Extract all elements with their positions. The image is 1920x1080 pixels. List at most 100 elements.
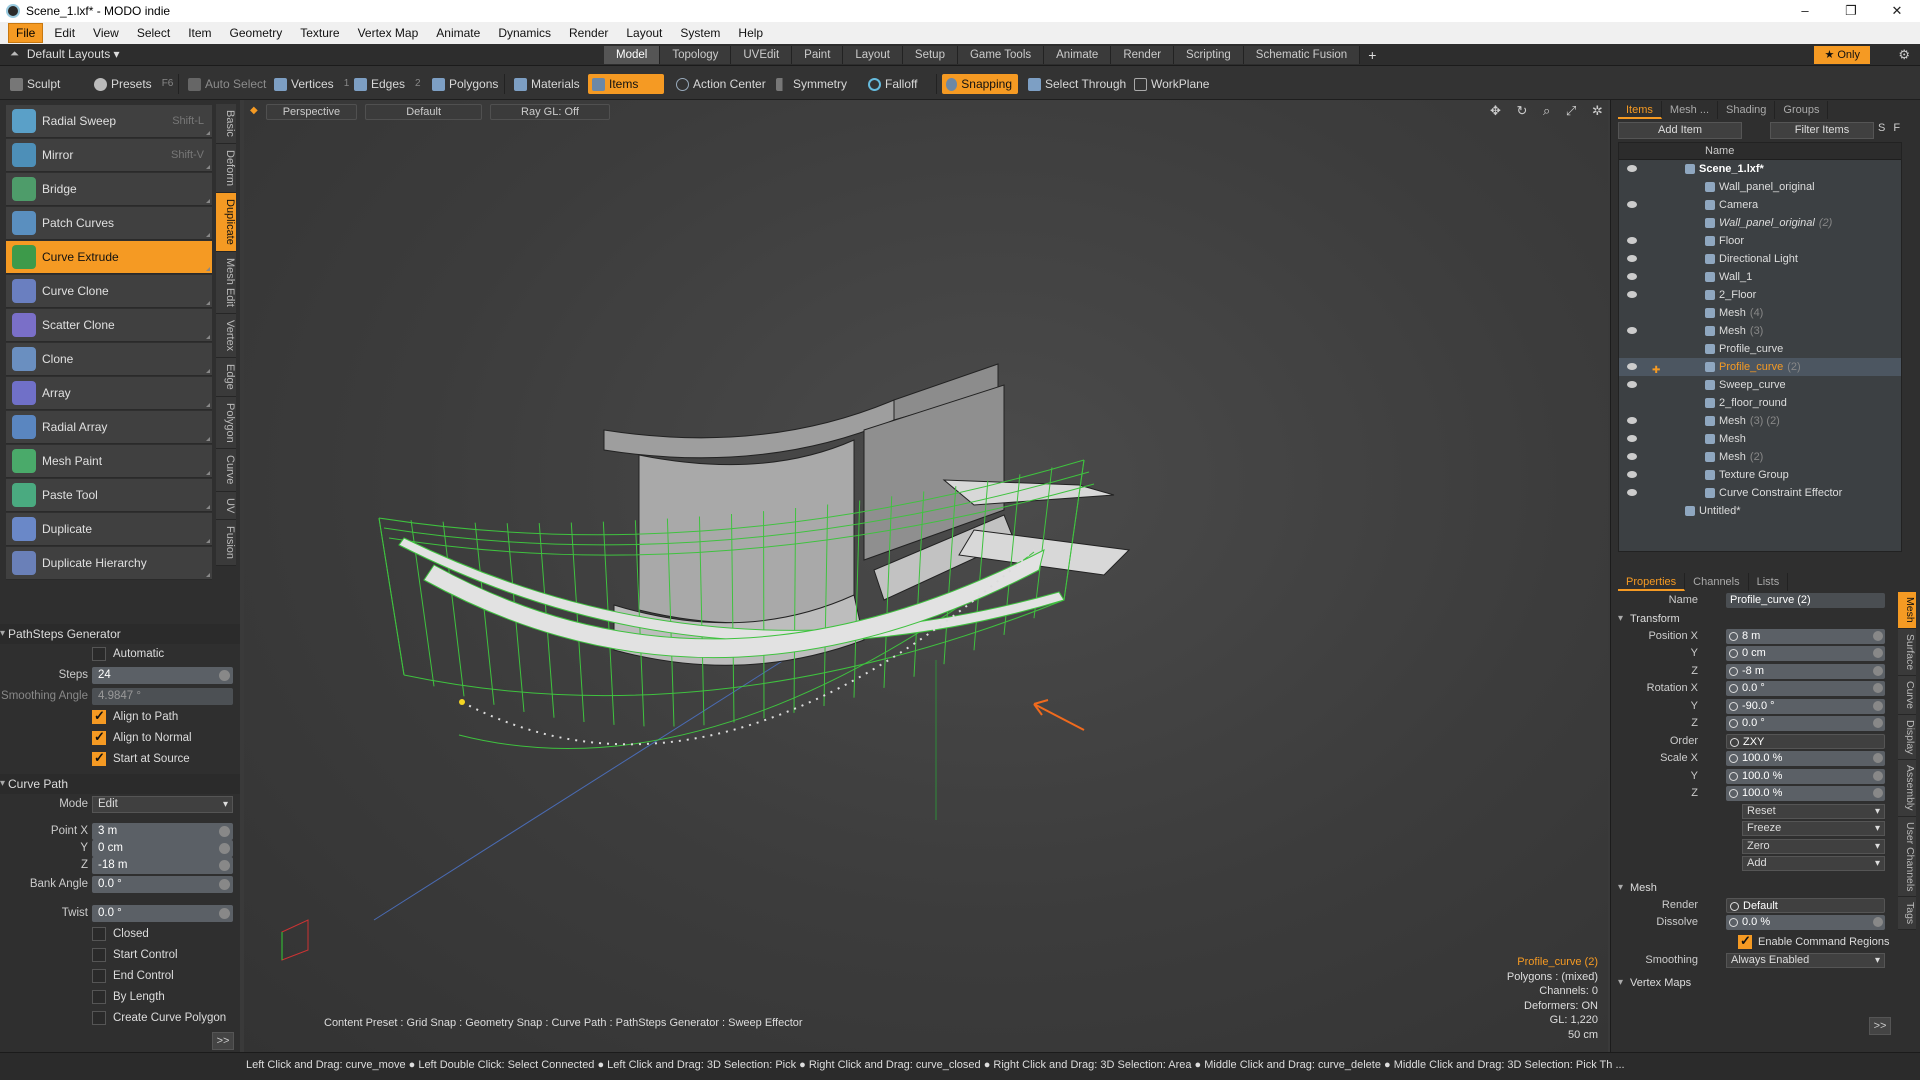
visibility-eye-icon[interactable] (1627, 237, 1637, 244)
section-curve-path[interactable]: Curve Path (0, 774, 240, 794)
s-button[interactable]: S (1878, 122, 1893, 134)
vtab-curve[interactable]: Curve (216, 449, 236, 492)
bank-angle-field[interactable]: 0.0 ° (92, 876, 233, 893)
menu-system[interactable]: System (673, 24, 727, 42)
layouts-dropdown[interactable]: ⏶ Default Layouts ▾ (10, 47, 120, 61)
closed-checkbox[interactable] (92, 927, 106, 941)
position-x-field[interactable]: 8 m (1726, 628, 1885, 644)
menu-dynamics[interactable]: Dynamics (491, 24, 558, 42)
visibility-eye-icon[interactable] (1627, 165, 1637, 172)
rvtab-assembly[interactable]: Assembly (1898, 760, 1916, 817)
menu-edit[interactable]: Edit (47, 24, 82, 42)
snapping-button[interactable]: Snapping (942, 74, 1018, 94)
reset-dropdown[interactable]: Reset (1742, 803, 1885, 819)
start-source-checkbox[interactable] (92, 750, 106, 766)
more-properties-button[interactable]: >> (1869, 1017, 1891, 1035)
visibility-eye-icon[interactable] (1627, 453, 1637, 460)
f-button[interactable]: F (1893, 122, 1908, 134)
tab-model[interactable]: Model (604, 46, 661, 64)
smoothing-angle-field[interactable]: 4.9847 ° (92, 688, 233, 705)
add-item-button[interactable]: Add Item (1618, 122, 1742, 139)
section-pathsteps[interactable]: PathSteps Generator (0, 624, 240, 644)
tool-clone[interactable]: Clone (6, 343, 212, 376)
tab-channels[interactable]: Channels (1685, 573, 1749, 591)
name-field[interactable]: Profile_curve (2) (1726, 593, 1885, 608)
vtab-fusion[interactable]: Fusion (216, 520, 236, 567)
item-row[interactable]: Texture Group (1619, 466, 1901, 484)
menu-select[interactable]: Select (130, 24, 177, 42)
position-y-field[interactable]: 0 cm (1726, 646, 1885, 661)
items-button[interactable]: Items (588, 74, 664, 94)
vtab-vertex[interactable]: Vertex (216, 313, 236, 358)
vtab-uv[interactable]: UV (216, 491, 236, 521)
menu-animate[interactable]: Animate (429, 24, 487, 42)
visibility-eye-icon[interactable] (1627, 255, 1637, 262)
tab-setup[interactable]: Setup (902, 46, 958, 64)
tool-mirror[interactable]: Mirror Shift-V (6, 139, 212, 172)
render-dropdown[interactable]: Default (1726, 897, 1885, 913)
symmetry-button[interactable]: Symmetry (772, 74, 853, 94)
scale-z-field[interactable]: 100.0 % (1726, 786, 1885, 801)
tool-curve-clone[interactable]: Curve Clone (6, 275, 212, 308)
rvtab-user-channels[interactable]: User Channels (1898, 816, 1916, 898)
tab-properties[interactable]: Properties (1618, 573, 1686, 591)
tab-paint[interactable]: Paint (792, 46, 844, 64)
tool-paste-tool[interactable]: Paste Tool (6, 479, 212, 512)
steps-anim-icon[interactable] (219, 670, 230, 681)
tab-uvedit[interactable]: UVEdit (731, 46, 793, 64)
create-curve-polygon-checkbox[interactable] (92, 1011, 106, 1025)
section-mesh[interactable]: Mesh (1618, 879, 1912, 897)
visibility-eye-icon[interactable] (1627, 273, 1637, 280)
zero-dropdown[interactable]: Zero (1742, 838, 1885, 854)
vtab-edge[interactable]: Edge (216, 357, 236, 397)
select-through-button[interactable]: Select Through (1024, 74, 1132, 94)
view-mode-dropdown[interactable]: Perspective (265, 104, 358, 120)
curve-start-point[interactable] (459, 699, 465, 705)
3d-viewport[interactable] (244, 100, 1608, 1052)
bank-angle-anim-icon[interactable] (219, 879, 230, 890)
visibility-eye-icon[interactable] (1627, 471, 1637, 478)
rvtab-tags[interactable]: Tags (1898, 897, 1916, 931)
edges-button[interactable]: Edges 2 (350, 74, 427, 94)
tool-duplicate[interactable]: Duplicate (6, 513, 212, 546)
close-button[interactable]: ✕ (1874, 0, 1920, 22)
tool-duplicate-hierarchy[interactable]: Duplicate Hierarchy (6, 547, 212, 580)
automatic-checkbox[interactable] (92, 647, 106, 661)
freeze-dropdown[interactable]: Freeze (1742, 821, 1885, 836)
scale-y-field[interactable]: 100.0 % (1726, 768, 1885, 784)
visibility-eye-icon[interactable] (1627, 381, 1637, 388)
tool-array[interactable]: Array (6, 377, 212, 410)
falloff-button[interactable]: Falloff (864, 74, 923, 94)
item-row[interactable]: Curve Constraint Effector (1619, 484, 1901, 502)
item-row[interactable]: Mesh (3) (2) (1619, 412, 1901, 430)
point-x-field[interactable]: 3 m (92, 823, 233, 840)
tool-radial-array[interactable]: Radial Array (6, 411, 212, 444)
tab-game-tools[interactable]: Game Tools (957, 46, 1045, 64)
mode-dropdown[interactable]: Edit (92, 796, 233, 813)
tab-mesh[interactable]: Mesh ... (1662, 101, 1719, 119)
visibility-eye-icon[interactable] (1627, 201, 1637, 208)
menu-texture[interactable]: Texture (293, 24, 346, 42)
visibility-eye-icon[interactable] (1627, 435, 1637, 442)
vtab-deform[interactable]: Deform (216, 143, 236, 193)
item-row[interactable]: Mesh (4) (1619, 304, 1901, 322)
scale-x-field[interactable]: 100.0 % (1726, 751, 1885, 766)
section-vertex-maps[interactable]: Vertex Maps (1618, 974, 1912, 992)
enable-command-regions-checkbox[interactable] (1738, 933, 1752, 949)
tool-mesh-paint[interactable]: Mesh Paint (6, 445, 212, 478)
raygl-dropdown[interactable]: Ray GL: Off (490, 104, 610, 120)
auto-select-button[interactable]: Auto Select (184, 74, 272, 94)
item-row[interactable]: 2_floor_round (1619, 394, 1901, 412)
item-row[interactable]: Mesh (3) (1619, 322, 1901, 340)
item-row[interactable]: Mesh (1619, 430, 1901, 448)
visibility-eye-icon[interactable] (1627, 291, 1637, 298)
rvtab-mesh[interactable]: Mesh (1898, 592, 1916, 629)
vtab-polygon[interactable]: Polygon (216, 396, 236, 450)
point-y-anim-icon[interactable] (219, 843, 230, 854)
tool-radial-sweep[interactable]: Radial Sweep Shift-L (6, 105, 212, 138)
rvtab-surface[interactable]: Surface (1898, 628, 1916, 676)
item-row[interactable]: Directional Light (1619, 250, 1901, 268)
viewport-menu-icon[interactable]: ◆ (250, 105, 258, 122)
item-row[interactable]: Mesh (2) (1619, 448, 1901, 466)
item-row[interactable]: Wall_panel_original (2) (1619, 214, 1901, 232)
